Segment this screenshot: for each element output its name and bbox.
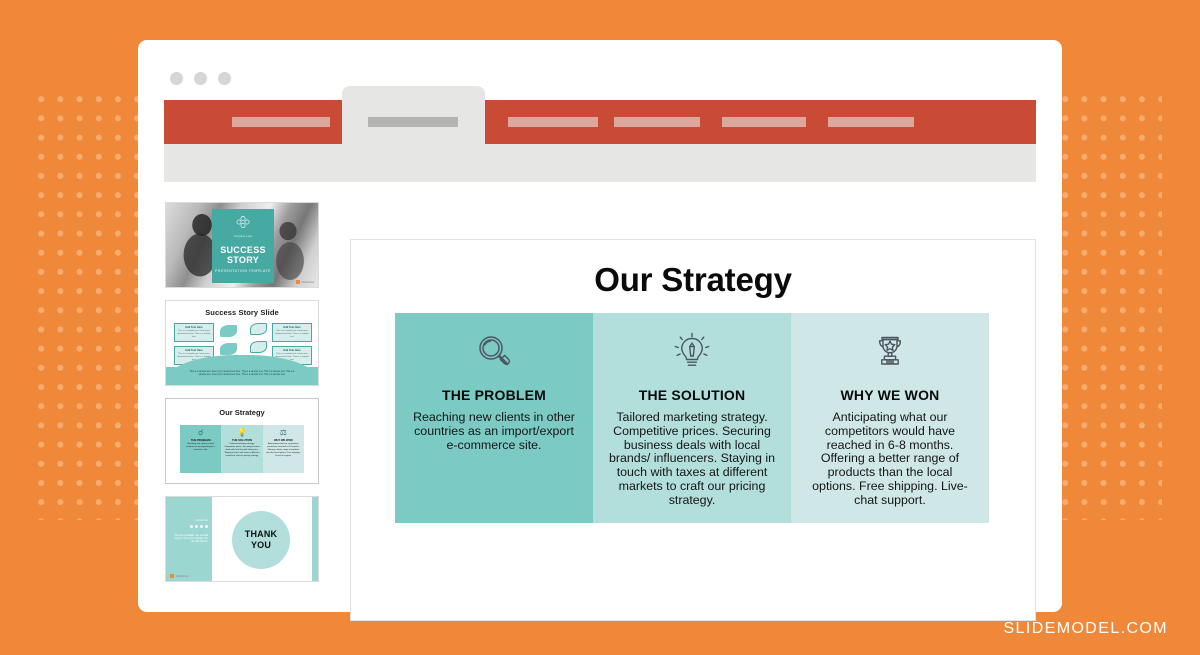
slide-column-problem-head: THE PROBLEM [441, 387, 547, 403]
slidemodel-badge-4: SlideModel [170, 574, 188, 578]
lightbulb-icon [607, 329, 777, 373]
cover-subtitle: PRESENTATION TEMPLATE [215, 269, 271, 273]
presentation-editor: Company Logo SUCCESS STORY PRESENTATION … [164, 202, 1036, 621]
window-controls [170, 72, 231, 85]
thankyou-line-1: THANK [244, 529, 278, 539]
slide-column-solution-head: THE SOLUTION [638, 387, 746, 403]
page-background: Company Logo SUCCESS STORY PRESENTATION … [0, 0, 1200, 655]
slide-column-solution[interactable]: THE SOLUTION Tailored marketing strategy… [593, 313, 791, 523]
social-icons [189, 525, 208, 529]
decorative-dot-grid-left [38, 96, 138, 520]
thankyou-right-edge [312, 497, 318, 581]
cover-card: Company Logo SUCCESS STORY PRESENTATION … [212, 209, 274, 283]
thankyou-line-2: YOU [250, 540, 272, 550]
magnifier-icon [409, 329, 579, 373]
slidemodel-logo-icon-4 [170, 574, 174, 578]
social-icon-2 [194, 525, 199, 529]
thumb3-title: Our Strategy [219, 408, 265, 417]
browser-toolbar [164, 144, 1036, 182]
slide-thumbnail-4[interactable]: Contact us This text is editable. You ca… [165, 496, 319, 582]
magnifier-icon: ☌ [197, 428, 204, 437]
social-icon-3 [199, 525, 204, 529]
slide-columns: THE PROBLEM Reaching new clients in othe… [395, 313, 989, 523]
thankyou-side-text: This text is editable. You can add the t… [174, 535, 208, 544]
decorative-dot-grid-right [1062, 96, 1162, 520]
slidemodel-badge-text-1: SlideModel [301, 280, 314, 284]
slide-thumbnail-1[interactable]: Company Logo SUCCESS STORY PRESENTATION … [165, 202, 319, 288]
main-slide-canvas[interactable]: Our Strategy THE PROBLEM Reaching new cl… [350, 239, 1036, 621]
thumb3-column-1-head: THE PROBLEM [190, 439, 211, 442]
slidemodel-badge-text-4: SlideModel [175, 574, 189, 578]
thumb2-textbox-3: Edit Text Here This is a sample text. In… [272, 323, 312, 342]
thankyou-circle: THANK YOU [232, 511, 290, 569]
thumb3-column-3-head: WHY WE WON [274, 439, 293, 442]
slide-thumbnail-2[interactable]: Success Story Slide Edit Text Here This … [165, 300, 319, 386]
leaf-shape-2 [220, 343, 237, 355]
thumb2-textbox-1-body: This is a sample text. Insert your desir… [177, 330, 211, 338]
slidemodel-watermark: SLIDEMODEL.COM [1003, 620, 1168, 637]
slide-thumbnail-3[interactable]: Our Strategy ☌ THE PROBLEM Reaching new … [165, 398, 319, 484]
slide-column-why-we-won-body: Anticipating what our competitors would … [812, 410, 968, 507]
thumb2-title: Success Story Slide [205, 308, 279, 317]
trophy-icon: ⚖ [279, 428, 287, 437]
social-icon-1 [189, 525, 194, 529]
tab-placeholder-4[interactable] [722, 117, 806, 127]
company-logo-icon [236, 216, 250, 228]
slide-column-why-we-won[interactable]: WHY WE WON Anticipating what our competi… [791, 313, 989, 523]
window-maximize-dot[interactable] [218, 72, 231, 85]
window-close-dot[interactable] [170, 72, 183, 85]
trophy-icon [805, 329, 975, 373]
slidemodel-badge-1: SlideModel [295, 280, 314, 284]
social-icon-4 [204, 525, 208, 529]
slide-column-problem-body: Reaching new clients in other countries … [413, 410, 575, 452]
lightbulb-icon: 💡 [237, 428, 247, 437]
slide-title: Our Strategy [594, 261, 792, 298]
leaf-shape-3 [250, 323, 267, 335]
slide-column-solution-body: Tailored marketing strategy. Competitive… [609, 410, 775, 507]
tab-placeholder-1[interactable] [232, 117, 330, 127]
browser-window: Company Logo SUCCESS STORY PRESENTATION … [138, 40, 1062, 621]
leaf-shape-1 [220, 325, 237, 337]
cover-title-line-2: STORY [226, 255, 259, 265]
thumb3-column-1: ☌ THE PROBLEM Reaching new clients in ot… [180, 425, 222, 473]
leaf-shape-4 [250, 341, 267, 353]
thumb3-column-2-body: Tailored marketing strategy. Competitive… [224, 443, 260, 457]
thumb3-column-1-body: Reaching new clients in other countries … [186, 443, 216, 451]
thumb3-column-3-body: Anticipating what our competitors would … [266, 443, 301, 457]
thumb2-footer-text: This is a sample text. Insert your desir… [189, 370, 295, 376]
tab-placeholder-3[interactable] [614, 117, 700, 127]
slide-column-problem[interactable]: THE PROBLEM Reaching new clients in othe… [395, 313, 593, 523]
thankyou-contact-label: Contact us [195, 519, 208, 522]
slide-column-why-we-won-head: WHY WE WON [840, 387, 940, 403]
slide-thumbnail-rail[interactable]: Company Logo SUCCESS STORY PRESENTATION … [164, 202, 320, 584]
slidemodel-logo-icon [295, 280, 300, 284]
thumb3-column-2-head: THE SOLUTION [231, 439, 252, 442]
thumb3-columns: ☌ THE PROBLEM Reaching new clients in ot… [180, 425, 304, 473]
cover-brandline: Company Logo [233, 235, 253, 238]
thankyou-sidebar: Contact us This text is editable. You ca… [166, 497, 212, 581]
window-minimize-dot[interactable] [194, 72, 207, 85]
tab-placeholder-2[interactable] [508, 117, 598, 127]
active-browser-tab[interactable] [342, 86, 485, 144]
thumb3-column-3: ⚖ WHY WE WON Anticipating what our compe… [262, 425, 304, 473]
cover-title-line-1: SUCCESS [220, 245, 266, 255]
active-tab-label-placeholder [368, 117, 458, 127]
thumb3-column-2: 💡 THE SOLUTION Tailored marketing strate… [221, 425, 263, 473]
thumb2-textbox-3-body: This is a sample text. Insert your desir… [275, 330, 309, 338]
browser-tabstrip [164, 100, 1036, 144]
tab-placeholder-5[interactable] [828, 117, 914, 127]
thumb2-textbox-1: Edit Text Here This is a sample text. In… [174, 323, 214, 342]
